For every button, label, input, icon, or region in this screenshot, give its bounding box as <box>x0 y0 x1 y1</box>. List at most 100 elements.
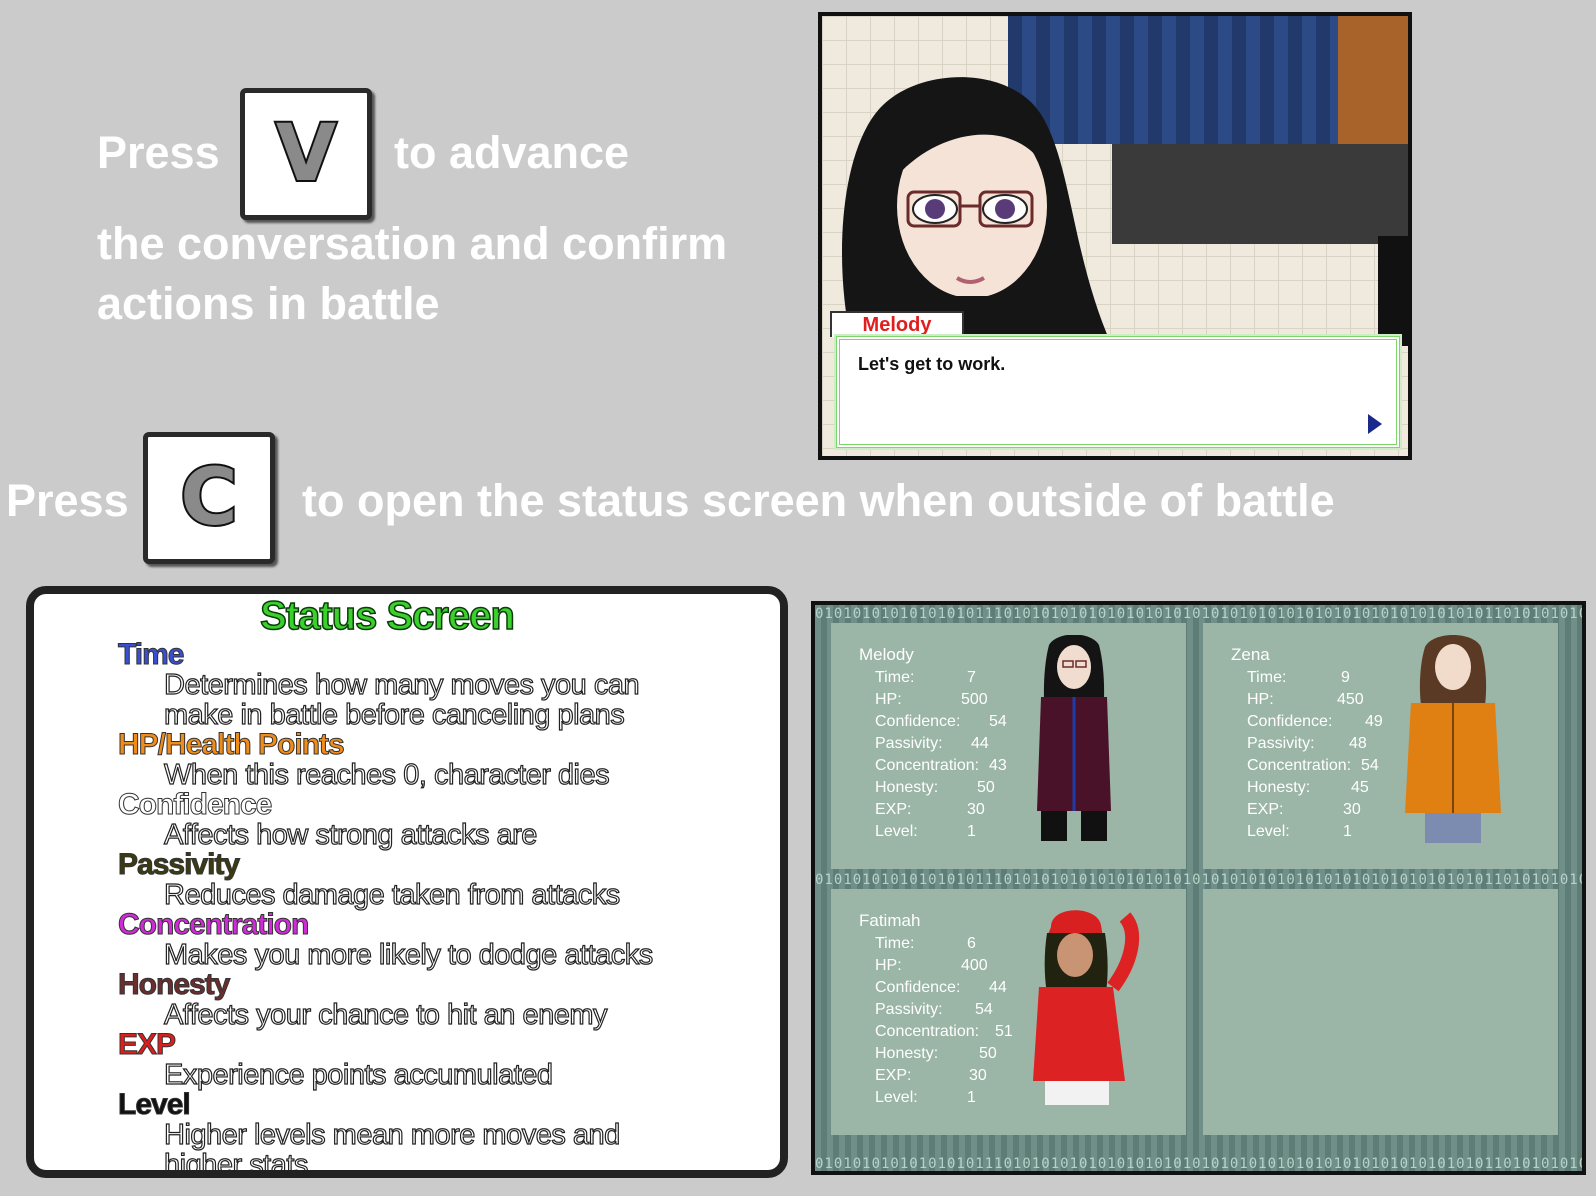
stat-value-passivity: 48 <box>1349 735 1367 752</box>
stat-label-confidence: Confidence: <box>875 713 961 730</box>
v-key-letter: V <box>274 107 338 201</box>
conversation-text: the conversation and confirm <box>97 218 728 269</box>
status-instruction-text: to open the status screen when outside o… <box>302 475 1335 526</box>
press-label-c: Press <box>6 475 129 526</box>
stat-value-confidence: 44 <box>989 979 1007 996</box>
stat-label-honesty: Honesty: <box>1247 779 1311 796</box>
stat-value-exp: 30 <box>967 801 985 818</box>
stat-name-exp: EXP <box>117 1028 176 1061</box>
stat-label-level: Level: <box>875 823 918 840</box>
stat-value-honesty: 50 <box>977 779 995 796</box>
status-screen-legend: Status Screen Time Determines how many m… <box>26 586 788 1178</box>
stat-name-hp: HP/Health Points <box>118 728 346 761</box>
stat-label-exp: EXP: <box>875 1067 912 1084</box>
stat-desc-level-2: higher stats <box>163 1149 309 1178</box>
binary-strip-top: 0101010101010101011101010101010101010101… <box>815 606 1582 622</box>
stat-value-level: 1 <box>967 823 976 840</box>
stat-label-time: Time: <box>1247 669 1287 686</box>
stat-value-time: 9 <box>1341 669 1350 686</box>
dialogue-text: Let's get to work. <box>858 354 1006 374</box>
dark-floor <box>1112 144 1408 244</box>
stat-value-concentration: 54 <box>1361 757 1379 774</box>
stat-value-passivity: 44 <box>971 735 989 752</box>
character-card-zena[interactable]: Zena Time: 9 HP: 450 Confidence: 49 Pass… <box>1203 623 1558 869</box>
character-name: Zena <box>1231 645 1270 664</box>
stat-value-exp: 30 <box>969 1067 987 1084</box>
stat-value-concentration: 51 <box>995 1023 1013 1040</box>
character-card-fatimah[interactable]: Fatimah Time: 6 HP: 400 Confidence: 44 P… <box>831 889 1186 1135</box>
stat-label-passivity: Passivity: <box>875 735 943 752</box>
stat-label-honesty: Honesty: <box>875 779 939 796</box>
advance-arrow-icon[interactable] <box>1368 414 1382 434</box>
stat-desc-time-1: Determines how many moves you can <box>163 669 640 701</box>
dialogue-box[interactable]: Let's get to work. <box>834 334 1402 450</box>
stat-value-exp: 30 <box>1343 801 1361 818</box>
game-scene: Melody Let's get to work. <box>818 12 1412 460</box>
zena-sprite <box>1405 635 1501 843</box>
stat-label-concentration: Concentration: <box>875 1023 980 1040</box>
status-screen-title: Status Screen <box>259 594 515 639</box>
doorway <box>1378 236 1408 346</box>
stat-value-level: 1 <box>967 1089 976 1106</box>
stat-value-hp: 450 <box>1337 691 1364 708</box>
stat-value-passivity: 54 <box>975 1001 993 1018</box>
stat-desc-confidence: Affects how strong attacks are <box>163 819 538 851</box>
stat-name-level: Level <box>118 1088 192 1121</box>
stat-value-hp: 400 <box>961 957 988 974</box>
stat-value-hp: 500 <box>961 691 988 708</box>
stat-value-time: 7 <box>967 669 976 686</box>
stat-label-time: Time: <box>875 935 915 952</box>
stat-desc-level-1: Higher levels mean more moves and <box>163 1119 620 1151</box>
stat-label-passivity: Passivity: <box>1247 735 1315 752</box>
party-status-panel: 0101010101010101011101010101010101010101… <box>811 601 1586 1175</box>
stat-label-passivity: Passivity: <box>875 1001 943 1018</box>
stat-name-passivity: Passivity <box>117 848 240 881</box>
stat-value-confidence: 49 <box>1365 713 1383 730</box>
stat-label-honesty: Honesty: <box>875 1045 939 1062</box>
stat-label-exp: EXP: <box>1247 801 1284 818</box>
stat-name-time: Time <box>117 638 184 671</box>
c-key-letter: C <box>178 451 239 545</box>
character-card-empty <box>1203 889 1558 1135</box>
stat-desc-concentration: Makes you more likely to dodge attacks <box>163 939 653 971</box>
character-card-melody[interactable]: Melody Time: 7 HP: 500 Confidence: 54 Pa… <box>831 623 1186 869</box>
stat-value-confidence: 54 <box>989 713 1007 730</box>
stat-label-hp: HP: <box>1247 691 1274 708</box>
speaker-name-tag: Melody <box>830 311 964 337</box>
stat-label-level: Level: <box>875 1089 918 1106</box>
stat-desc-exp: Experience points accumulated <box>163 1059 553 1091</box>
stat-label-concentration: Concentration: <box>875 757 980 774</box>
stat-value-concentration: 43 <box>989 757 1007 774</box>
melody-sprite <box>1037 635 1111 841</box>
stat-value-level: 1 <box>1343 823 1352 840</box>
stat-label-concentration: Concentration: <box>1247 757 1352 774</box>
c-key-icon: C <box>143 432 275 564</box>
stat-label-time: Time: <box>875 669 915 686</box>
press-label-v: Press <box>97 127 220 178</box>
binary-strip-middle: 0101010101010101011101010101010101010101… <box>815 872 1582 888</box>
wood-panel <box>1338 16 1408 144</box>
advance-text: to advance <box>394 127 630 178</box>
stat-name-honesty: Honesty <box>117 968 230 1001</box>
stat-value-honesty: 50 <box>979 1045 997 1062</box>
stat-desc-time-2: make in battle before canceling plans <box>163 699 625 731</box>
stat-name-confidence: Confidence <box>117 788 272 821</box>
stat-desc-hp: When this reaches 0, character dies <box>163 759 610 791</box>
stat-label-exp: EXP: <box>875 801 912 818</box>
melody-portrait <box>842 77 1112 346</box>
stat-label-hp: HP: <box>875 691 902 708</box>
stat-label-hp: HP: <box>875 957 902 974</box>
character-name: Melody <box>859 645 914 664</box>
v-key-icon: V <box>240 88 372 220</box>
stat-label-level: Level: <box>1247 823 1290 840</box>
stat-value-time: 6 <box>967 935 976 952</box>
stat-desc-honesty: Affects your chance to hit an enemy <box>163 999 608 1031</box>
stat-desc-passivity: Reduces damage taken from attacks <box>163 879 621 911</box>
binary-strip-bottom: 0101010101010101011101010101010101010101… <box>815 1156 1582 1172</box>
character-name: Fatimah <box>859 911 921 930</box>
battle-actions-text: actions in battle <box>97 278 440 329</box>
stat-value-honesty: 45 <box>1351 779 1369 796</box>
stat-label-confidence: Confidence: <box>1247 713 1333 730</box>
stat-name-concentration: Concentration <box>117 908 309 941</box>
stat-label-confidence: Confidence: <box>875 979 961 996</box>
